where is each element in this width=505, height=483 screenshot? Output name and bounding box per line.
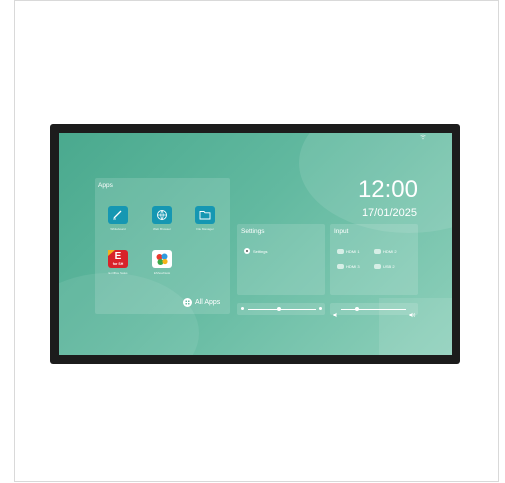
pen-icon <box>108 206 128 224</box>
input-source-hdmi-2[interactable]: HDMI 2 <box>383 249 397 254</box>
brightness-slider-knob[interactable] <box>276 307 281 311</box>
app-file-manager[interactable]: File Manager <box>192 206 218 231</box>
input-source-hdmi-3[interactable]: HDMI 3 <box>346 264 360 269</box>
all-apps-button[interactable]: All Apps <box>183 298 220 307</box>
app-label: Whiteboard <box>110 227 126 231</box>
app-web-browser[interactable]: Web Browser <box>149 206 175 231</box>
app-whiteboard[interactable]: Whiteboard <box>105 206 131 231</box>
hdmi-1-icon <box>337 249 344 254</box>
app-label: Web Browser <box>153 227 171 231</box>
app-e-office[interactable]: E for SH E-Office Sales <box>105 250 131 275</box>
brightness-slider-track[interactable] <box>248 309 316 310</box>
multicolor-dots-icon <box>152 250 172 268</box>
eoffice-logo-letter: E <box>114 251 122 262</box>
all-apps-label: All Apps <box>195 299 221 306</box>
settings-panel-title: Settings <box>241 228 265 235</box>
eoffice-logo-subtext: for SH <box>112 262 124 266</box>
settings-item-label[interactable]: Settings <box>253 249 267 254</box>
apps-panel <box>95 178 230 314</box>
settings-radio-icon[interactable] <box>244 248 250 254</box>
clock-date: 17/01/2025 <box>361 207 417 219</box>
app-eshowdesk[interactable]: EShowDesk <box>149 250 175 275</box>
hdmi-2-icon <box>374 249 381 254</box>
eoffice-logo-icon: E for SH <box>108 250 128 268</box>
input-panel-title: Input <box>334 228 349 235</box>
network-icon <box>420 134 426 140</box>
grid-icon <box>183 298 192 307</box>
app-label: File Manager <box>196 227 214 231</box>
input-source-usb-2[interactable]: USB 2 <box>383 264 395 269</box>
hdmi-3-icon <box>337 264 344 269</box>
input-source-hdmi-1[interactable]: HDMI 1 <box>346 249 360 254</box>
app-label: E-Office Sales <box>108 271 128 275</box>
app-label: EShowDesk <box>153 271 171 275</box>
apps-panel-title: Apps <box>98 182 113 189</box>
brightness-low-icon <box>241 307 244 310</box>
usb-2-icon <box>374 264 381 269</box>
volume-high-icon <box>409 305 416 323</box>
folder-icon <box>195 206 215 224</box>
volume-low-icon <box>333 305 339 323</box>
clock-time: 12:00 <box>357 176 418 203</box>
brightness-high-icon <box>319 307 322 310</box>
volume-slider-track[interactable] <box>341 309 406 310</box>
globe-icon <box>152 206 172 224</box>
